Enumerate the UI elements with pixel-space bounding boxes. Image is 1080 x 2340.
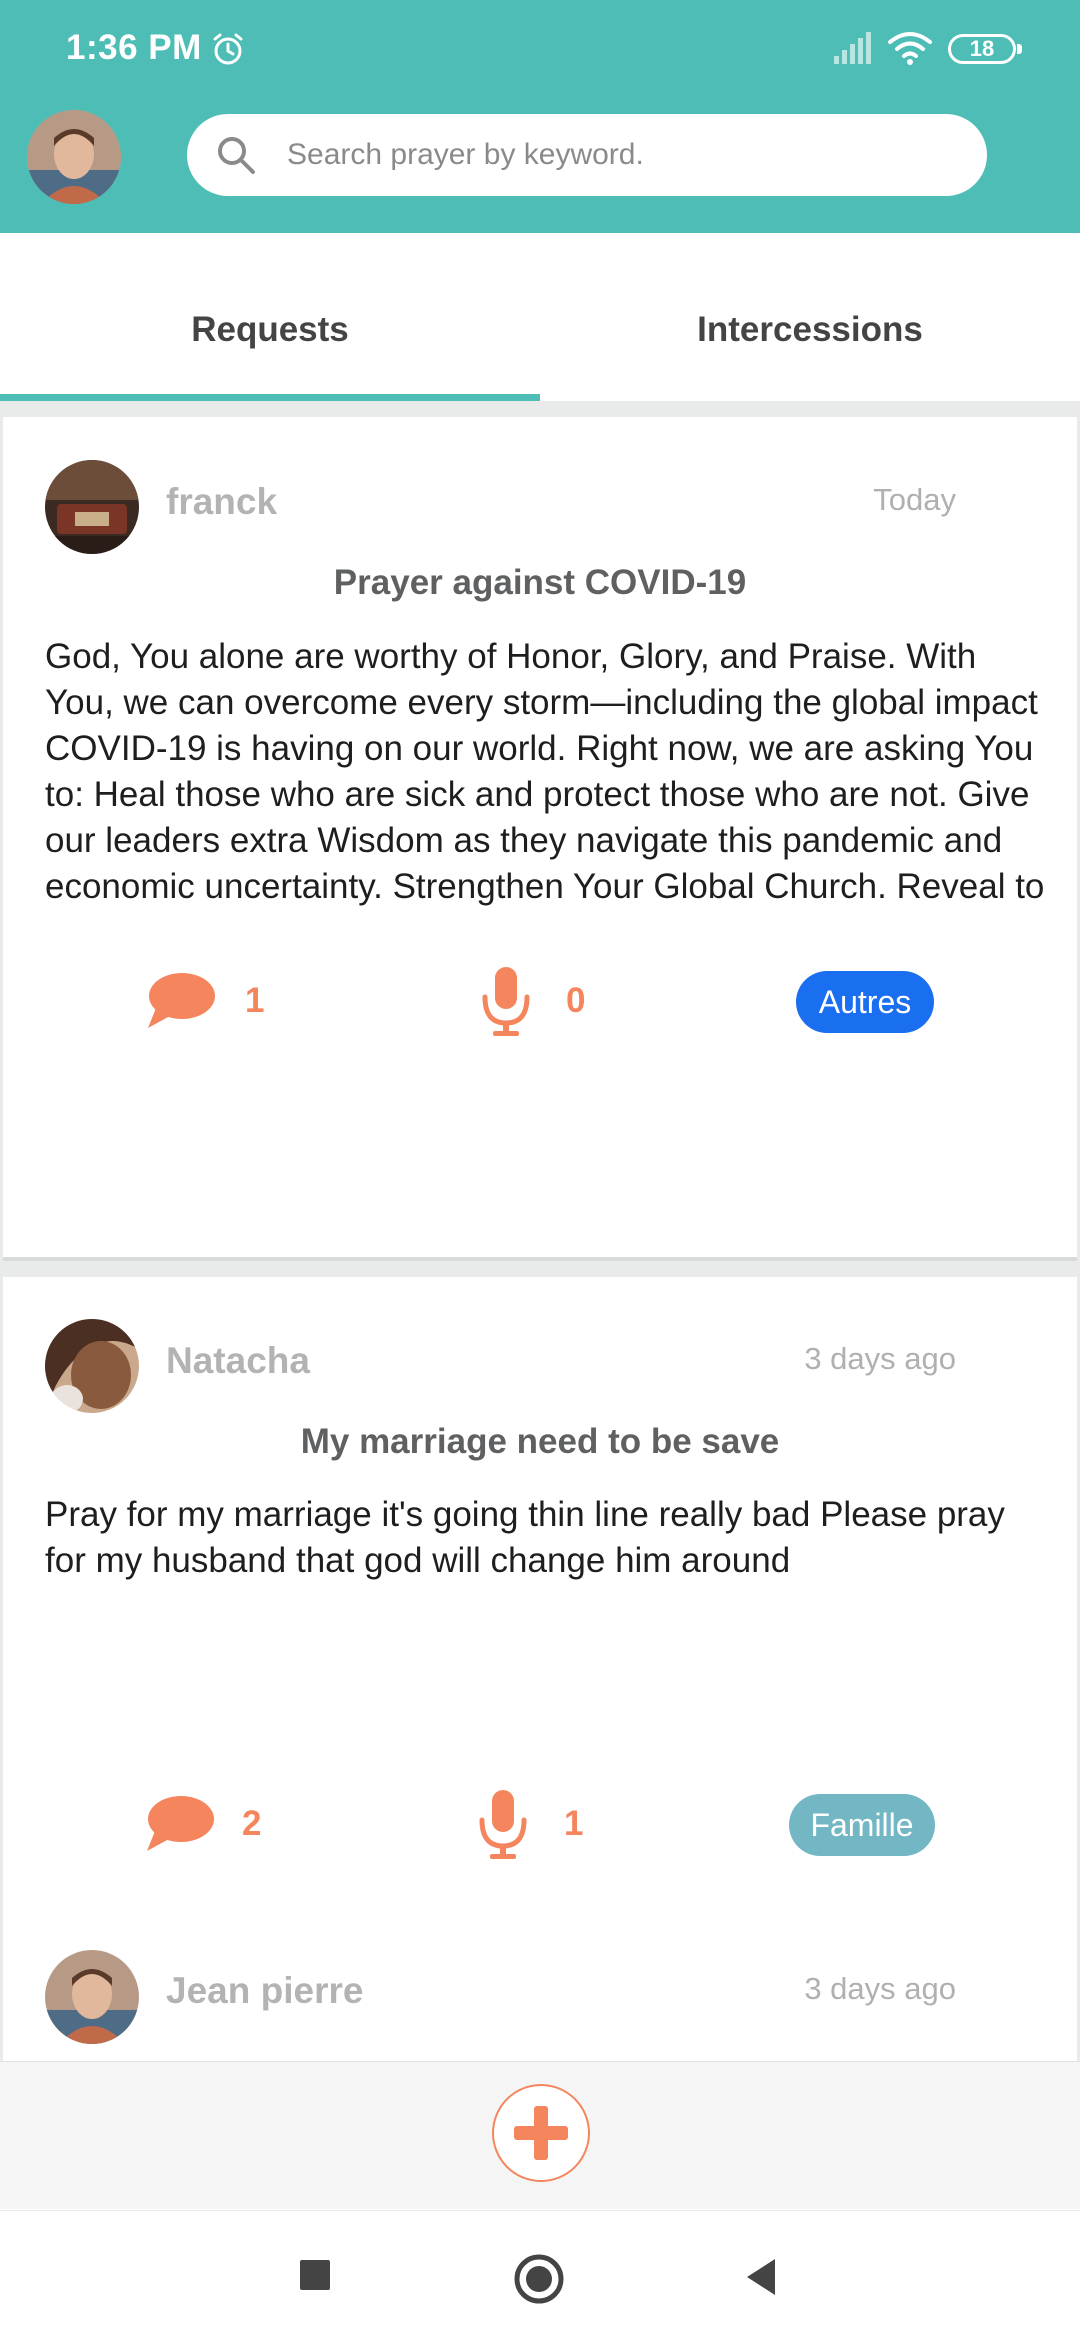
intercession-count: 0 (566, 981, 586, 1020)
post-date: Today (873, 482, 956, 517)
signal-icon (834, 32, 871, 64)
status-time: 1:36 PM (66, 28, 202, 67)
prayer-card[interactable]: Jean pierre 3 days ago (3, 1903, 1077, 2061)
bottom-action-bar (0, 2061, 1080, 2209)
plus-icon (514, 2106, 568, 2160)
prayer-title: My marriage need to be save (300, 1422, 780, 1461)
post-date: 3 days ago (804, 1341, 956, 1376)
chat-bubble-icon[interactable] (143, 1793, 217, 1857)
post-date: 3 days ago (804, 1971, 956, 2006)
search-bar[interactable] (187, 114, 987, 196)
comment-count: 1 (245, 981, 265, 1020)
profile-avatar[interactable] (27, 110, 121, 204)
username[interactable]: franck (166, 481, 277, 523)
username[interactable]: Jean pierre (166, 1970, 363, 2012)
username[interactable]: Natacha (166, 1340, 310, 1382)
alarm-icon (213, 33, 243, 65)
app-header: 1:36 PM 18 (0, 0, 1080, 233)
prayer-body: God, You alone are worthy of Honor, Glor… (45, 637, 1045, 906)
category-tag[interactable]: Autres (796, 971, 934, 1033)
microphone-icon[interactable] (479, 965, 533, 1039)
prayer-body: Pray for my marriage it's going thin lin… (45, 1495, 1005, 1580)
tab-intercessions[interactable]: Intercessions (540, 233, 1080, 401)
prayer-card[interactable]: franck Today Prayer against COVID-19 God… (3, 417, 1077, 1261)
microphone-icon[interactable] (476, 1788, 530, 1862)
chat-bubble-icon[interactable] (144, 970, 218, 1034)
prayer-title: Prayer against COVID-19 (333, 563, 747, 602)
home-icon[interactable] (513, 2253, 565, 2305)
category-tag[interactable]: Famille (789, 1794, 935, 1856)
search-icon (218, 137, 255, 174)
add-prayer-button[interactable] (492, 2084, 590, 2182)
system-nav-bar (0, 2210, 1080, 2340)
back-icon[interactable] (743, 2257, 779, 2297)
user-avatar[interactable] (45, 460, 139, 554)
user-avatar[interactable] (45, 1319, 139, 1413)
search-input[interactable] (287, 114, 967, 196)
recents-icon[interactable] (298, 2258, 332, 2292)
comment-count: 2 (242, 1804, 262, 1843)
app-screen: 1:36 PM 18 Search prayer by keyword. Req… (0, 0, 1080, 2340)
intercession-count: 1 (564, 1804, 584, 1843)
tab-bar: Requests Intercessions (0, 233, 1080, 401)
battery-indicator: 18 (948, 34, 1022, 64)
status-bar: 1:36 PM 18 (0, 0, 1080, 100)
wifi-icon (888, 32, 932, 65)
user-avatar[interactable] (45, 1950, 139, 2044)
active-tab-indicator (0, 394, 540, 401)
prayer-feed[interactable]: franck Today Prayer against COVID-19 God… (0, 401, 1080, 2061)
tab-requests[interactable]: Requests (0, 233, 540, 401)
